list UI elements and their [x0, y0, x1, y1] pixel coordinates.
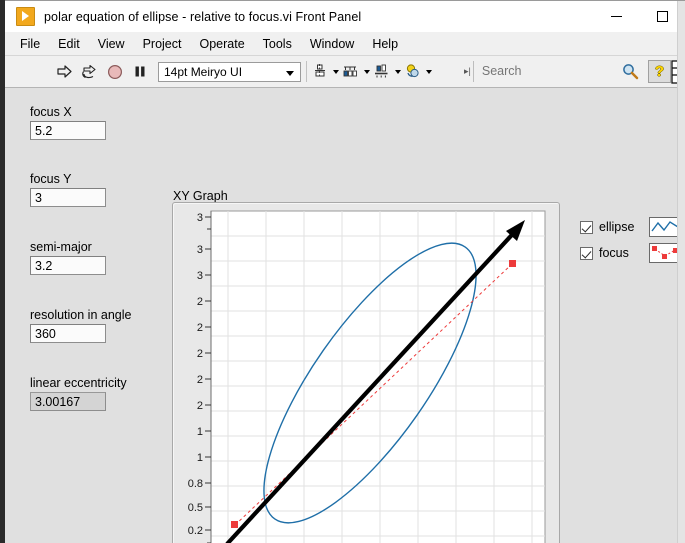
chevron-down-icon	[395, 69, 401, 74]
focus-y-value: 3	[35, 190, 42, 205]
align-objects-icon	[315, 63, 325, 78]
svg-text:2: 2	[197, 348, 203, 360]
labview-run-icon	[16, 7, 35, 26]
font-selector-label: 14pt Meiryo UI	[164, 64, 243, 79]
plot-legend: ellipse focus	[580, 216, 681, 268]
graph-title: XY Graph	[173, 189, 228, 203]
labview-front-panel-window: polar equation of ellipse - relative to …	[5, 0, 685, 543]
control-label: semi-major	[30, 240, 92, 254]
search-area: ▸| Search	[464, 60, 639, 82]
linear-eccentricity-value: 3.00167	[35, 394, 81, 409]
menu-item-file[interactable]: File	[11, 34, 49, 54]
xy-graph-plot: 3 3 3 2 2 2 2 2 1 1 0.8 0.5 0.2 0	[188, 210, 546, 543]
chevron-down-icon	[286, 70, 294, 76]
svg-text:1: 1	[197, 426, 203, 438]
menu-item-project[interactable]: Project	[134, 34, 191, 54]
linear-eccentricity-output: 3.00167	[30, 392, 106, 411]
xy-graph[interactable]: 3 3 3 2 2 2 2 2 1 1 0.8 0.5 0.2 0	[172, 202, 560, 543]
focus-x-input[interactable]: 5.2	[30, 121, 106, 140]
chevron-down-icon	[333, 69, 339, 74]
control-semi-major: semi-major 3.2	[30, 240, 106, 275]
control-label: focus Y	[30, 172, 72, 186]
semi-major-input[interactable]: 3.2	[30, 256, 106, 275]
toolbar: 14pt Meiryo UI ▸| Search ?	[5, 56, 685, 88]
context-help-icon: ?	[654, 63, 665, 80]
svg-text:3: 3	[197, 270, 203, 282]
chevron-down-icon	[426, 69, 432, 74]
y-axis-ticks	[205, 216, 211, 543]
abort-execution-button[interactable]	[102, 59, 127, 84]
focus-marker-second	[509, 260, 516, 267]
legend-label-focus: focus	[599, 246, 629, 260]
menu-item-window[interactable]: Window	[301, 34, 363, 54]
window-right-edge	[677, 1, 685, 543]
chevron-down-icon	[364, 69, 370, 74]
pause-button[interactable]	[127, 59, 152, 84]
control-resolution-in-angle: resolution in angle 360	[30, 308, 131, 343]
legend-checkbox-ellipse[interactable]	[580, 220, 593, 234]
svg-text:2: 2	[197, 374, 203, 386]
run-continuously-button[interactable]	[77, 59, 102, 84]
abort-execution-icon	[107, 64, 122, 79]
distribute-objects-icon	[343, 66, 357, 76]
resize-objects-button[interactable]	[372, 59, 403, 84]
run-continuously-icon	[81, 64, 96, 79]
toolbar-separator	[306, 61, 307, 82]
align-objects-button[interactable]	[312, 59, 341, 84]
svg-text:0.5: 0.5	[188, 502, 203, 514]
svg-text:3: 3	[197, 244, 203, 256]
focus-marker-origin	[231, 521, 238, 528]
control-label: resolution in angle	[30, 308, 132, 322]
svg-text:2: 2	[197, 296, 203, 308]
menu-item-help[interactable]: Help	[363, 34, 407, 54]
front-panel-canvas: focus X 5.2 focus Y 3 semi-major 3.2 res…	[5, 88, 685, 543]
semi-major-value: 3.2	[35, 258, 53, 273]
menu-item-edit[interactable]: Edit	[49, 34, 89, 54]
svg-text:1: 1	[197, 452, 203, 464]
svg-text:0.8: 0.8	[188, 478, 203, 490]
y-axis-tick-labels: 3 3 3 2 2 2 2 2 1 1 0.8 0.5 0.2 0	[188, 212, 203, 537]
run-button[interactable]	[52, 59, 77, 84]
pause-icon	[135, 66, 144, 77]
focus-y-input[interactable]: 3	[30, 188, 106, 207]
resolution-in-angle-input[interactable]: 360	[30, 324, 106, 343]
legend-label-ellipse: ellipse	[599, 220, 635, 234]
context-help-button[interactable]: ?	[648, 60, 671, 83]
resolution-in-angle-value: 360	[35, 326, 56, 341]
control-focus-y: focus Y 3	[30, 172, 106, 207]
magnifier-icon[interactable]	[621, 62, 639, 80]
menu-item-tools[interactable]: Tools	[254, 34, 301, 54]
control-focus-x: focus X 5.2	[30, 105, 106, 140]
svg-text:2: 2	[197, 400, 203, 412]
control-label: focus X	[30, 105, 72, 119]
legend-row-focus[interactable]: focus	[580, 242, 681, 264]
reorder-objects-icon	[406, 63, 419, 77]
search-input[interactable]: Search	[472, 60, 619, 82]
legend-row-ellipse[interactable]: ellipse	[580, 216, 681, 238]
svg-text:2: 2	[197, 322, 203, 334]
run-arrow-icon	[57, 65, 72, 78]
search-placeholder: Search	[481, 64, 522, 78]
resize-objects-icon	[375, 64, 388, 77]
search-expand-icon[interactable]: ▸|	[464, 66, 471, 77]
window-controls	[593, 1, 685, 32]
legend-checkbox-focus[interactable]	[580, 246, 593, 260]
title-bar: polar equation of ellipse - relative to …	[5, 1, 685, 32]
reorder-objects-button[interactable]	[403, 59, 434, 84]
focus-x-value: 5.2	[35, 123, 53, 138]
minimize-icon	[610, 16, 622, 17]
indicator-label: linear eccentricity	[30, 376, 127, 390]
svg-text:3: 3	[197, 212, 203, 224]
distribute-objects-button[interactable]	[341, 59, 372, 84]
font-selector[interactable]: 14pt Meiryo UI	[158, 61, 301, 82]
minimize-button[interactable]	[593, 1, 639, 32]
maximize-icon	[656, 11, 668, 22]
indicator-linear-eccentricity: linear eccentricity 3.00167	[30, 376, 127, 411]
menu-bar: File Edit View Project Operate Tools Win…	[5, 32, 685, 56]
menu-item-view[interactable]: View	[89, 34, 134, 54]
menu-item-operate[interactable]: Operate	[190, 34, 253, 54]
window-title: polar equation of ellipse - relative to …	[44, 9, 362, 24]
svg-text:0.2: 0.2	[188, 525, 203, 537]
